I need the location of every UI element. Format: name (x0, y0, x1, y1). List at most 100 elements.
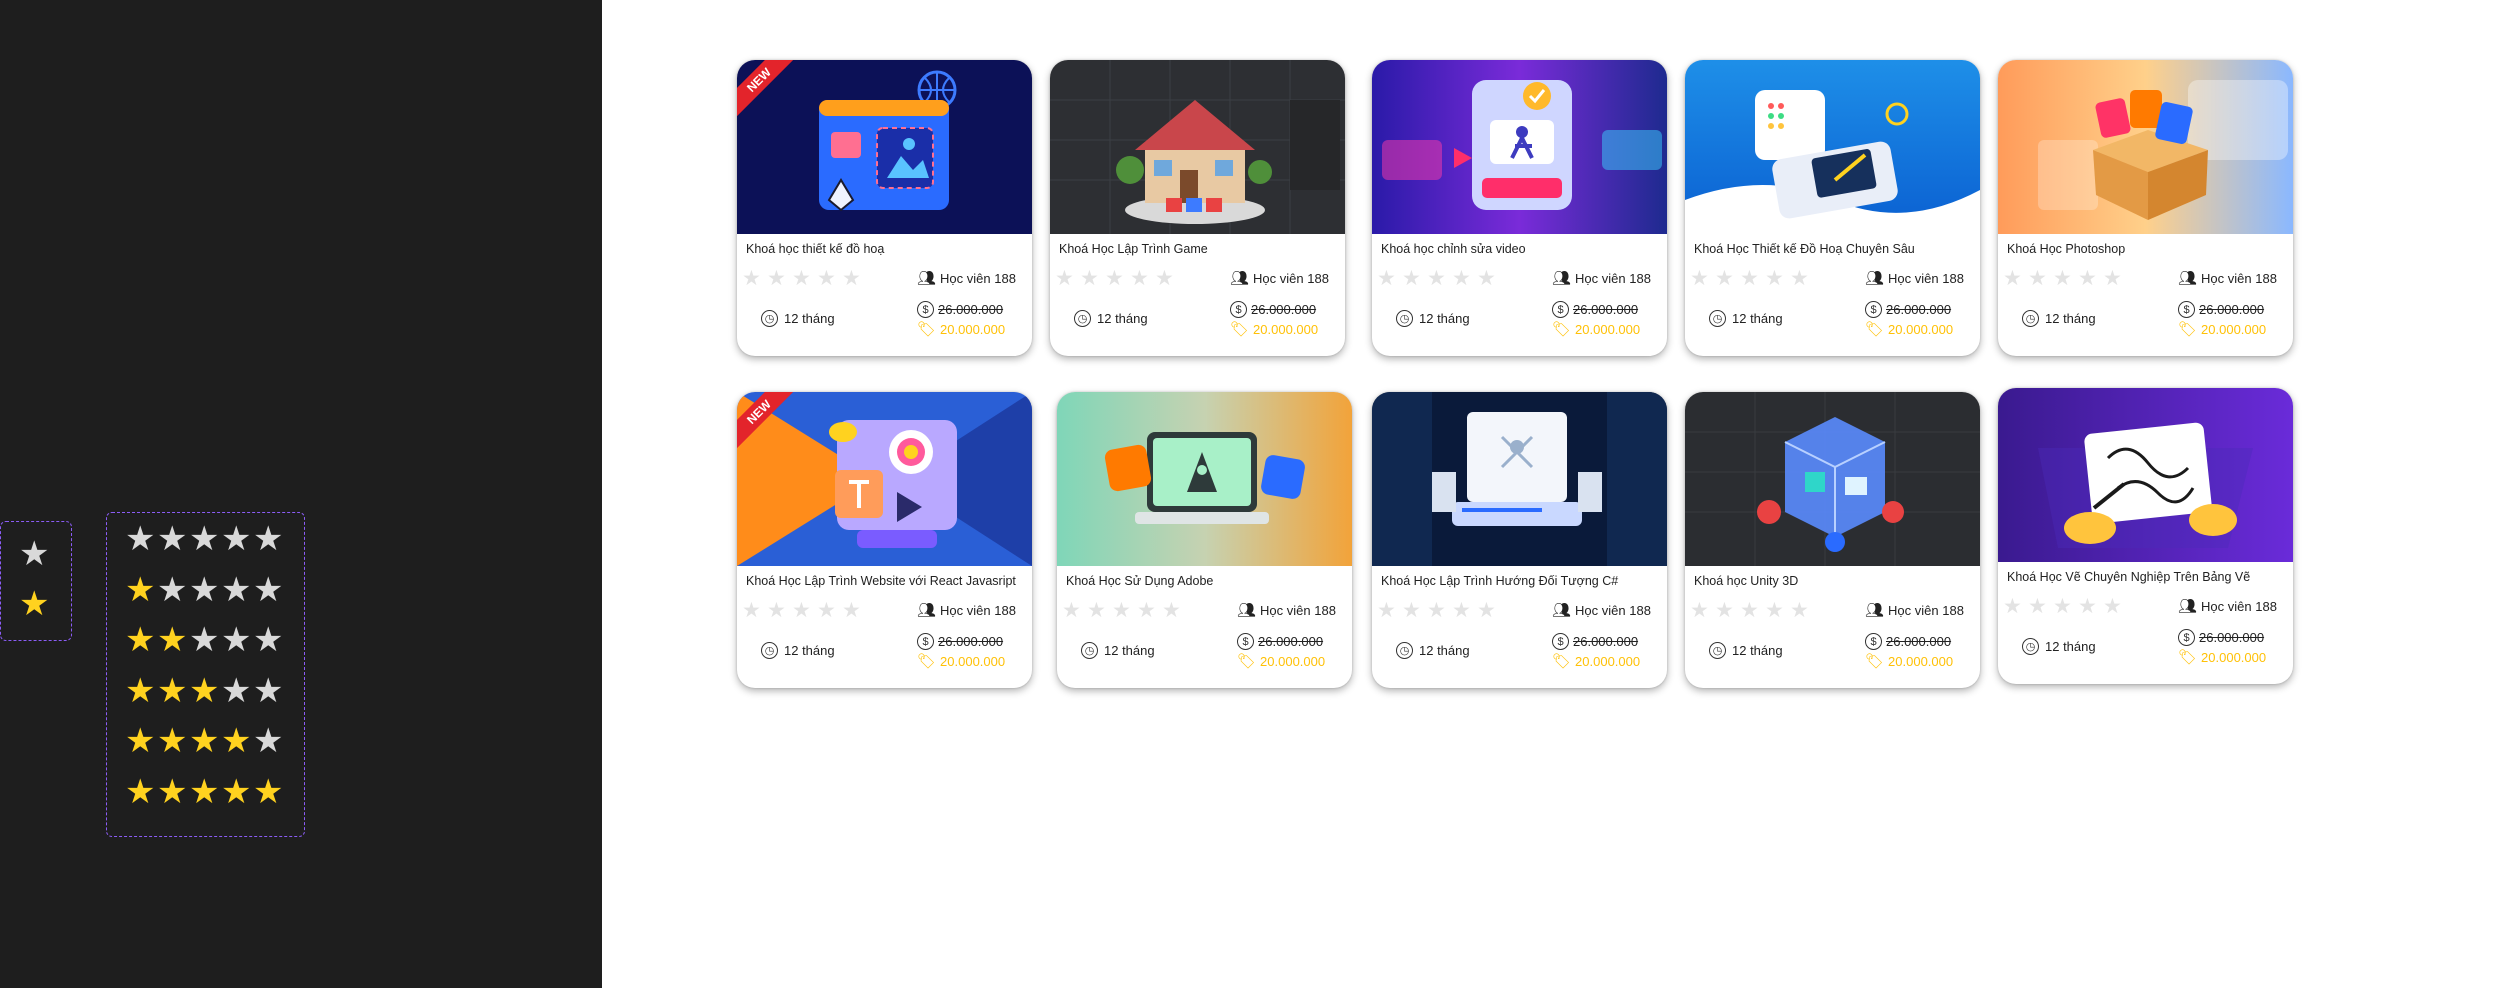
star-icon: ★ (817, 598, 836, 622)
original-price-value: 26.000.000 (938, 302, 1004, 317)
course-duration: ◷ 12 tháng (1396, 642, 1470, 659)
star-icon: ★ (157, 620, 188, 660)
star-icon: ★ (742, 598, 761, 622)
course-title[interactable]: Khoá Học Photoshop (2007, 242, 2287, 256)
star-icon: ★ (1137, 598, 1156, 622)
course-title[interactable]: Khoá Học Vẽ Chuyên Nghiệp Trên Bảng Vẽ (2007, 570, 2287, 584)
sale-price: 🏷︎ 20.000.000 (1865, 652, 1953, 670)
course-card[interactable]: Khoá học Unity 3D ★ ★ ★ ★ ★ 👥︎ Học viên 188 ◷ 12 … (1685, 392, 1980, 688)
course-title[interactable]: Khoá Học Lập Trình Website với React Jav… (746, 574, 1026, 588)
star-icon: ★ (253, 670, 284, 711)
sale-price-value: 20.000.000 (1575, 653, 1641, 669)
duration-label: 12 tháng (2045, 311, 2096, 326)
duration-label: 12 tháng (1419, 311, 1470, 326)
students-count: 👥︎ Học viên 188 (1552, 601, 1651, 619)
original-price-value: 26.000.000 (2199, 630, 2265, 645)
star-icon: ★ (1402, 598, 1421, 622)
sale-price: 🏷︎ 20.000.000 (1237, 652, 1325, 670)
course-card[interactable]: Khoá Học Photoshop ★ ★ ★ ★ ★ 👥︎ Học viên 188 ◷ 12… (1998, 60, 2293, 356)
star-icon: ★ (2103, 266, 2122, 290)
course-card[interactable]: Khoá Học Vẽ Chuyên Nghiệp Trên Bảng Vẽ ★ ★… (1998, 388, 2293, 684)
star-icon: ★ (1080, 266, 1099, 290)
users-icon: 👥︎ (2178, 597, 2198, 615)
sale-price: 🏷︎ 20.000.000 (1230, 320, 1318, 338)
star-icon: ★ (19, 534, 50, 574)
star-icon: ★ (742, 266, 761, 290)
course-thumbnail[interactable] (1372, 60, 1667, 234)
course-card[interactable]: Khoá học chỉnh sửa video ★ ★ ★ ★ ★ 👥︎ Học viên … (1372, 60, 1667, 356)
star-icon: ★ (1427, 598, 1446, 622)
clock-icon: ◷ (2022, 310, 2039, 327)
star-icon: ★ (189, 721, 220, 761)
left-panel: ★ ★ ★ ★ ★ ★ ★ ★ ★ ★ ★ ★ ★ ★ ★ ★ ★ ★ ★ ★ ★ ★ ★ ★ ★ ★ ★ ★ ★ ★ ★ ★ (0, 0, 602, 988)
course-thumbnail[interactable] (1057, 392, 1352, 566)
clock-icon: ◷ (761, 642, 778, 659)
course-thumbnail[interactable] (1685, 392, 1980, 566)
students-count: 👥︎ Học viên 188 (917, 601, 1016, 619)
dollar-circle-icon: $ (1237, 633, 1254, 650)
star-icon: ★ (1477, 598, 1496, 622)
star-icon: ★ (125, 771, 156, 812)
course-card[interactable]: Khoá Học Thiết kế Đồ Hoạ Chuyên Sâu ★ ★ ★ ★ ★… (1685, 60, 1980, 356)
original-price: $26.000.000 (917, 301, 1003, 318)
course-thumbnail[interactable] (1998, 388, 2293, 562)
course-card[interactable]: Khoá Học Sử Dụng Adobe ★ ★ ★ ★ ★ 👥︎ Học viên 18… (1057, 392, 1352, 688)
course-thumbnail[interactable]: NEW (737, 392, 1032, 566)
course-thumbnail[interactable] (1685, 60, 1980, 234)
original-price: $26.000.000 (1230, 301, 1316, 318)
original-price: $26.000.000 (2178, 629, 2264, 646)
sale-price-value: 20.000.000 (2201, 321, 2267, 337)
course-title[interactable]: Khoá học chỉnh sửa video (1381, 242, 1661, 256)
price-tag-icon: 🏷︎ (1552, 652, 1572, 670)
users-icon: 👥︎ (1237, 601, 1257, 619)
users-icon: 👥︎ (917, 601, 937, 619)
original-price: $26.000.000 (1552, 301, 1638, 318)
course-duration: ◷ 12 tháng (1709, 642, 1783, 659)
students-label: Học viên 188 (2201, 270, 2277, 286)
star-icon: ★ (1477, 266, 1496, 290)
dollar-circle-icon: $ (1552, 301, 1569, 318)
course-card[interactable]: NEW Khoá học thiết kế đồ hoạ ★ ★ ★ ★ ★ 👥︎ Học vi… (737, 60, 1032, 356)
course-thumbnail[interactable] (1998, 60, 2293, 234)
course-card[interactable]: Khoá Học Lập Trình Game ★ ★ ★ ★ ★ 👥︎ Học viên 1… (1050, 60, 1345, 356)
star-icon: ★ (1765, 598, 1784, 622)
course-title[interactable]: Khoá Học Thiết kế Đồ Hoạ Chuyên Sâu (1694, 242, 1974, 256)
star-icon: ★ (2053, 594, 2072, 618)
original-price: $26.000.000 (1865, 301, 1951, 318)
course-title[interactable]: Khoá Học Sử Dụng Adobe (1066, 574, 1346, 588)
users-icon: 👥︎ (917, 269, 937, 287)
price-tag-icon: 🏷︎ (2178, 648, 2198, 666)
dollar-circle-icon: $ (1230, 301, 1247, 318)
course-thumbnail[interactable]: NEW (737, 60, 1032, 234)
course-thumbnail[interactable] (1050, 60, 1345, 234)
star-icon: ★ (767, 266, 786, 290)
star-icon: ★ (792, 598, 811, 622)
course-title[interactable]: Khoá Học Lập Trình Game (1059, 242, 1339, 256)
star-icon: ★ (221, 620, 252, 660)
price-tag-icon: 🏷︎ (1237, 652, 1257, 670)
star-icon: ★ (1690, 266, 1709, 290)
clock-icon: ◷ (1081, 642, 1098, 659)
students-count: 👥︎ Học viên 188 (1552, 269, 1651, 287)
course-title[interactable]: Khoá Học Lập Trình Hướng Đối Tượng C# (1381, 574, 1661, 588)
duration-label: 12 tháng (1097, 311, 1148, 326)
star-icon: ★ (1112, 598, 1131, 622)
original-price-value: 26.000.000 (1573, 302, 1639, 317)
price-tag-icon: 🏷︎ (1865, 320, 1885, 338)
star-icon: ★ (842, 266, 861, 290)
price-tag-icon: 🏷︎ (1552, 320, 1572, 338)
course-card[interactable]: NEW Khoá Học Lập Trình Website với React … (737, 392, 1032, 688)
star-icon: ★ (253, 519, 284, 559)
course-title[interactable]: Khoá học thiết kế đồ hoạ (746, 242, 1026, 256)
star-icon: ★ (817, 266, 836, 290)
duration-label: 12 tháng (1104, 643, 1155, 658)
course-duration: ◷ 12 tháng (1074, 310, 1148, 327)
course-thumbnail[interactable] (1372, 392, 1667, 566)
students-label: Học viên 188 (1888, 602, 1964, 618)
students-label: Học viên 188 (1575, 270, 1651, 286)
course-title[interactable]: Khoá học Unity 3D (1694, 574, 1974, 588)
star-icon: ★ (1715, 598, 1734, 622)
course-card[interactable]: Khoá Học Lập Trình Hướng Đối Tượng C# ★ ★ ★… (1372, 392, 1667, 688)
dollar-circle-icon: $ (917, 301, 934, 318)
star-icon: ★ (189, 519, 220, 559)
